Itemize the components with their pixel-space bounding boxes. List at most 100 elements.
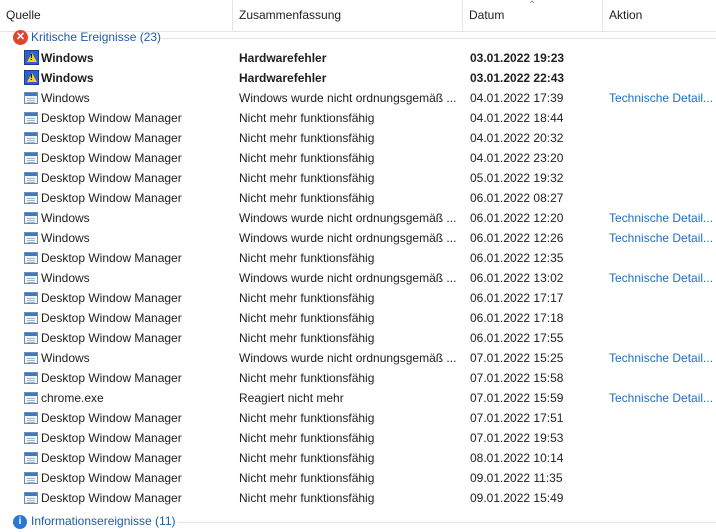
row-source: Desktop Window Manager	[41, 151, 182, 165]
table-row[interactable]: Desktop Window Manager Nicht mehr funktio…	[0, 488, 716, 508]
app-window-icon	[24, 112, 38, 124]
row-source: Desktop Window Manager	[41, 251, 182, 265]
table-row[interactable]: Desktop Window Manager Nicht mehr funktio…	[0, 408, 716, 428]
row-source: Desktop Window Manager	[41, 431, 182, 445]
row-source: Desktop Window Manager	[41, 411, 182, 425]
column-header-action[interactable]: Aktion	[603, 0, 716, 31]
technical-details-link[interactable]: Technische Detail...	[609, 348, 716, 368]
row-summary: Windows wurde nicht ordnungsgemäß ...	[239, 271, 457, 285]
row-summary: Reagiert nicht mehr	[239, 391, 344, 405]
table-row[interactable]: Windows Windows wurde nicht ordnungsgemäß…	[0, 348, 716, 368]
app-window-icon	[24, 372, 38, 384]
table-row[interactable]: chrome.exe Reagiert nicht mehr 07.01.2022 …	[0, 388, 716, 408]
group-divider	[160, 38, 716, 39]
row-source: Windows	[41, 51, 94, 65]
row-date: 07.01.2022 15:58	[470, 371, 564, 385]
row-date: 07.01.2022 19:53	[470, 431, 564, 445]
row-summary: Nicht mehr funktionsfähig	[239, 371, 375, 385]
row-date: 03.01.2022 22:43	[470, 71, 565, 85]
row-source: Desktop Window Manager	[41, 171, 182, 185]
app-window-icon	[24, 272, 38, 284]
row-summary: Nicht mehr funktionsfähig	[239, 451, 375, 465]
table-row[interactable]: Desktop Window Manager Nicht mehr funktio…	[0, 428, 716, 448]
row-source: chrome.exe	[41, 391, 104, 405]
app-window-icon	[24, 472, 38, 484]
app-window-icon	[24, 132, 38, 144]
technical-details-link[interactable]: Technische Detail...	[609, 388, 716, 408]
app-window-icon	[24, 492, 38, 504]
table-row[interactable]: Desktop Window Manager Nicht mehr funktio…	[0, 448, 716, 468]
table-row[interactable]: Desktop Window Manager Nicht mehr funktio…	[0, 308, 716, 328]
technical-details-link[interactable]: Technische Detail...	[609, 208, 716, 228]
app-window-icon	[24, 212, 38, 224]
table-row[interactable]: Desktop Window Manager Nicht mehr funktio…	[0, 108, 716, 128]
sort-ascending-icon: ⌃	[528, 0, 537, 11]
row-source: Windows	[41, 211, 90, 225]
row-summary: Nicht mehr funktionsfähig	[239, 431, 375, 445]
table-row[interactable]: Desktop Window Manager Nicht mehr funktio…	[0, 168, 716, 188]
app-window-icon	[24, 172, 38, 184]
row-source: Desktop Window Manager	[41, 111, 182, 125]
row-source: Desktop Window Manager	[41, 191, 182, 205]
app-window-icon	[24, 352, 38, 364]
critical-error-icon: ✕	[13, 30, 28, 45]
table-row[interactable]: Desktop Window Manager Nicht mehr funktio…	[0, 248, 716, 268]
technical-details-link[interactable]: Technische Detail...	[609, 88, 716, 108]
table-row[interactable]: Windows Windows wurde nicht ordnungsgemäß…	[0, 208, 716, 228]
table-row[interactable]: Desktop Window Manager Nicht mehr funktio…	[0, 288, 716, 308]
group-info-events[interactable]: i Informationsereignisse (11)	[0, 512, 716, 532]
row-source: Desktop Window Manager	[41, 311, 182, 325]
table-row[interactable]: Desktop Window Manager Nicht mehr funktio…	[0, 468, 716, 488]
row-date: 04.01.2022 18:44	[470, 111, 564, 125]
row-date: 04.01.2022 20:32	[470, 131, 564, 145]
row-summary: Nicht mehr funktionsfähig	[239, 331, 375, 345]
row-summary: Nicht mehr funktionsfähig	[239, 291, 375, 305]
table-row[interactable]: Desktop Window Manager Nicht mehr funktio…	[0, 368, 716, 388]
app-window-icon	[24, 432, 38, 444]
column-header-source[interactable]: Quelle	[0, 0, 233, 31]
warning-icon	[24, 50, 39, 65]
group-critical-events[interactable]: ✕ Kritische Ereignisse (23)	[0, 28, 716, 48]
row-source: Desktop Window Manager	[41, 371, 182, 385]
table-row[interactable]: Windows Windows wurde nicht ordnungsgemäß…	[0, 228, 716, 248]
table-row[interactable]: Desktop Window Manager Nicht mehr funktio…	[0, 128, 716, 148]
row-source: Windows	[41, 91, 90, 105]
row-date: 07.01.2022 15:25	[470, 351, 564, 365]
table-row[interactable]: Windows Hardwarefehler 03.01.2022 19:23	[0, 48, 716, 68]
row-summary: Nicht mehr funktionsfähig	[239, 171, 375, 185]
row-summary: Hardwarefehler	[239, 51, 327, 65]
row-date: 07.01.2022 17:51	[470, 411, 564, 425]
row-date: 07.01.2022 15:59	[470, 391, 564, 405]
app-window-icon	[24, 252, 38, 264]
row-source: Desktop Window Manager	[41, 131, 182, 145]
row-summary: Nicht mehr funktionsfähig	[239, 151, 375, 165]
row-summary: Nicht mehr funktionsfähig	[239, 491, 375, 505]
table-row[interactable]: Windows Windows wurde nicht ordnungsgemäß…	[0, 268, 716, 288]
app-window-icon	[24, 312, 38, 324]
row-summary: Windows wurde nicht ordnungsgemäß ...	[239, 211, 457, 225]
row-source: Desktop Window Manager	[41, 491, 182, 505]
row-date: 04.01.2022 23:20	[470, 151, 564, 165]
app-window-icon	[24, 192, 38, 204]
row-source: Desktop Window Manager	[41, 471, 182, 485]
row-summary: Windows wurde nicht ordnungsgemäß ...	[239, 351, 457, 365]
row-source: Desktop Window Manager	[41, 451, 182, 465]
table-row[interactable]: Desktop Window Manager Nicht mehr funktio…	[0, 328, 716, 348]
info-icon: i	[13, 515, 27, 529]
table-row[interactable]: Desktop Window Manager Nicht mehr funktio…	[0, 148, 716, 168]
row-date: 06.01.2022 17:55	[470, 331, 564, 345]
row-summary: Nicht mehr funktionsfähig	[239, 131, 375, 145]
row-date: 03.01.2022 19:23	[470, 51, 565, 65]
column-header-summary[interactable]: Zusammenfassung	[233, 0, 463, 31]
technical-details-link[interactable]: Technische Detail...	[609, 228, 716, 248]
app-window-icon	[24, 332, 38, 344]
row-summary: Nicht mehr funktionsfähig	[239, 411, 375, 425]
table-row[interactable]: Desktop Window Manager Nicht mehr funktio…	[0, 188, 716, 208]
technical-details-link[interactable]: Technische Detail...	[609, 268, 716, 288]
row-date: 06.01.2022 17:18	[470, 311, 564, 325]
row-source: Windows	[41, 271, 90, 285]
table-row[interactable]: Windows Windows wurde nicht ordnungsgemäß…	[0, 88, 716, 108]
app-window-icon	[24, 232, 38, 244]
table-row[interactable]: Windows Hardwarefehler 03.01.2022 22:43	[0, 68, 716, 88]
row-summary: Nicht mehr funktionsfähig	[239, 251, 375, 265]
